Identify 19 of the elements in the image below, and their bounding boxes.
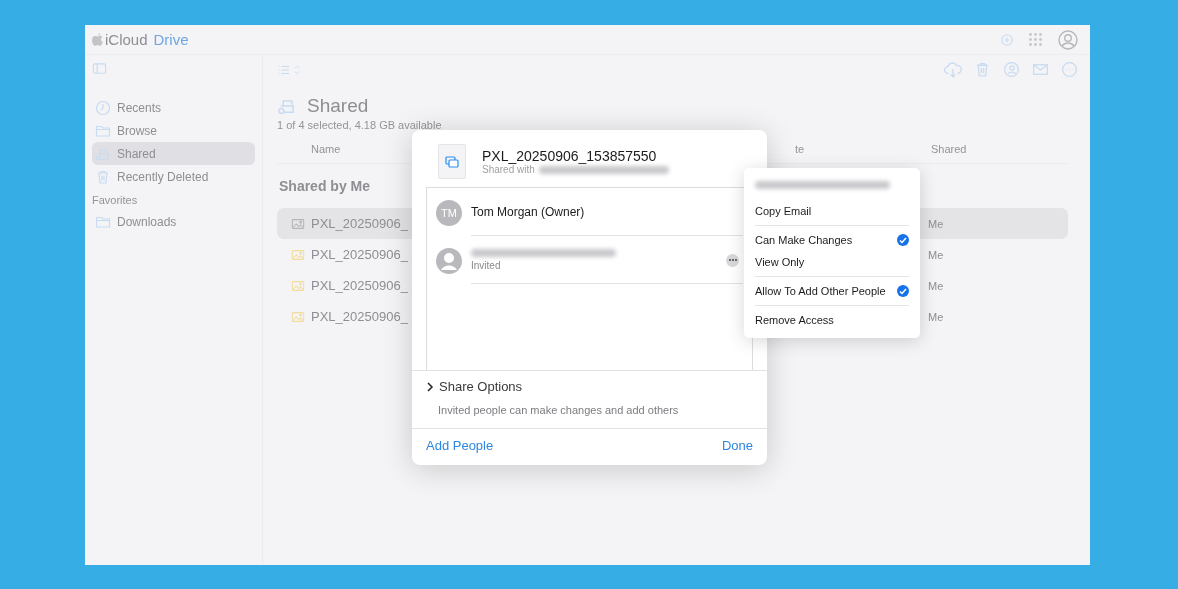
share-options-description: Invited people can make changes and add others <box>438 404 680 416</box>
file-name: PXL_20250906_ <box>311 216 408 231</box>
shared-by: Me <box>928 310 945 323</box>
file-name: PXL_20250906_ <box>311 247 408 262</box>
shared-with-label: Shared with <box>482 164 535 175</box>
file-name: PXL_20250906_ <box>311 278 408 293</box>
file-name: PXL_20250906_ <box>311 309 408 324</box>
file-name: PXL_20250906_153857550 <box>482 148 658 164</box>
avatar-initials: TM <box>436 199 462 226</box>
page-title: Shared <box>307 95 369 117</box>
shared-by: Me <box>928 217 945 230</box>
section-heading: Shared by Me <box>279 178 371 194</box>
favorites-heading: Favorites <box>92 194 139 206</box>
shared-by: Me <box>928 248 945 261</box>
storage-summary: 1 of 4 selected, 4.18 GB available <box>277 119 443 131</box>
invite-status: Invited <box>471 260 502 271</box>
shared-by: Me <box>928 279 945 292</box>
app-title: iCloud Drive <box>92 31 189 48</box>
participant-name: Tom Morgan (Owner) <box>471 205 586 219</box>
